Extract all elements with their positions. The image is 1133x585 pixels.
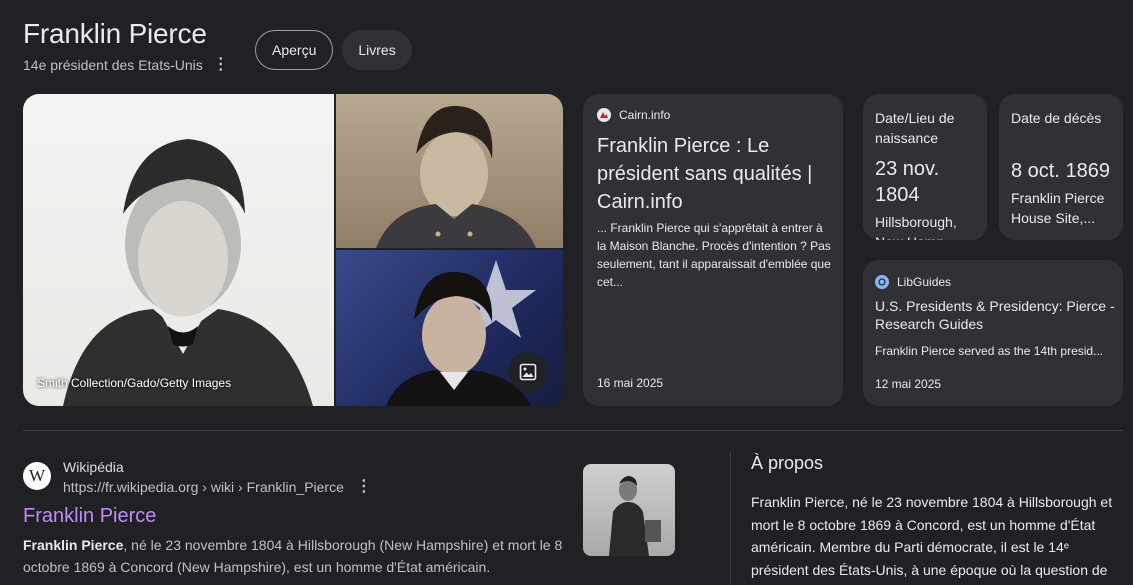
section-divider xyxy=(23,430,1123,431)
death-date: 8 oct. 1869 xyxy=(1011,160,1110,182)
card-title[interactable]: U.S. Presidents & Presidency: Pierce - R… xyxy=(875,297,1115,333)
subtitle-text: 14e président des Etats-Unis xyxy=(23,57,203,73)
result-snippet: Franklin Pierce, né le 23 novembre 1804 … xyxy=(23,534,571,578)
cairn-article-card[interactable]: Cairn.info Franklin Pierce : Le présiden… xyxy=(583,94,843,406)
page-title: Franklin Pierce xyxy=(23,18,207,49)
card-source-name: Cairn.info xyxy=(619,108,671,122)
result-url: https://fr.wikipedia.org › wiki › Frankl… xyxy=(63,479,372,496)
portrait-engraving-image[interactable]: Smith Collection/Gado/Getty Images xyxy=(23,94,334,406)
page-subtitle: 14e président des Etats-Unis ⋮ xyxy=(23,57,229,74)
wikipedia-icon: W xyxy=(23,462,51,490)
colorized-portrait-image[interactable] xyxy=(336,250,563,406)
card-snippet: ... Franklin Pierce qui s'apprêtait à en… xyxy=(597,221,831,289)
card-snippet: Franklin Pierce served as the 14th presi… xyxy=(875,344,1104,358)
birth-date: 23 nov. 1804 xyxy=(875,158,940,206)
libguides-card[interactable]: LibGuides U.S. Presidents & Presidency: … xyxy=(863,260,1123,406)
result-url-text: https://fr.wikipedia.org › wiki › Frankl… xyxy=(63,479,344,495)
death-place: Franklin Pierce House Site,... xyxy=(1011,190,1105,226)
tab-apercu[interactable]: Aperçu xyxy=(255,30,334,70)
more-options-icon[interactable]: ⋮ xyxy=(213,57,229,73)
cairn-favicon-icon xyxy=(597,108,611,122)
image-icon xyxy=(519,363,537,381)
result-more-icon[interactable]: ⋮ xyxy=(356,479,372,495)
card-source: Cairn.info xyxy=(597,108,670,122)
birth-label: Date/Lieu de naissance xyxy=(875,110,955,146)
about-heading: À propos xyxy=(751,453,824,473)
image-search-button[interactable] xyxy=(508,352,548,392)
military-portrait-image[interactable] xyxy=(336,94,563,248)
card-source: LibGuides xyxy=(875,275,951,289)
card-title[interactable]: Franklin Pierce : Le président sans qual… xyxy=(597,132,829,216)
card-date: 16 mai 2025 xyxy=(597,376,664,390)
birth-place: Hillsborough, New Hamp... xyxy=(875,214,957,240)
card-source-name: LibGuides xyxy=(897,275,952,289)
snippet-bold: Franklin Pierce xyxy=(23,537,124,553)
death-label: Date de décès xyxy=(1011,110,1102,126)
result-thumbnail[interactable] xyxy=(583,464,675,556)
card-date: 12 mai 2025 xyxy=(875,377,942,391)
image-credit: Smith Collection/Gado/Getty Images xyxy=(37,376,232,390)
image-mosaic: Smith Collection/Gado/Getty Images xyxy=(23,94,563,406)
libguides-favicon-icon xyxy=(875,275,889,289)
column-divider xyxy=(730,451,731,585)
result-title-link[interactable]: Franklin Pierce xyxy=(23,505,156,528)
about-text: Franklin Pierce, né le 23 novembre 1804 … xyxy=(751,494,1113,578)
tab-livres[interactable]: Livres xyxy=(342,30,412,70)
tab-bar: Aperçu Livres xyxy=(255,30,412,70)
result-site-name: Wikipédia xyxy=(63,459,124,475)
birth-fact-card[interactable]: Date/Lieu de naissance 23 nov. 1804 Hill… xyxy=(863,94,987,240)
death-fact-card[interactable]: Date de décès 8 oct. 1869 Franklin Pierc… xyxy=(999,94,1123,240)
